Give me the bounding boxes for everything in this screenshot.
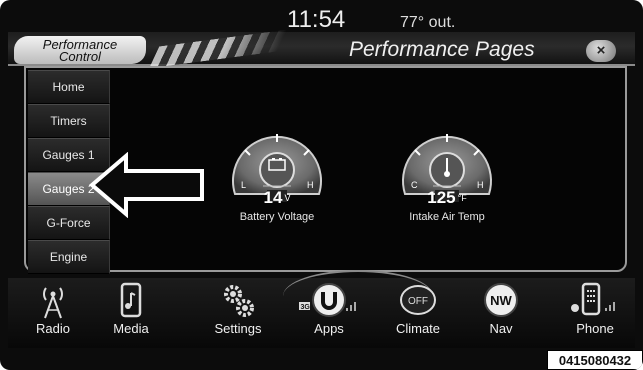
nav-label: Phone <box>576 321 614 336</box>
gauge-high-label: H <box>477 180 484 190</box>
radio-tower-icon <box>43 287 63 319</box>
close-button[interactable]: × <box>586 40 616 62</box>
checkered-flag-graphic <box>148 29 288 69</box>
figure-code: 0415080432 <box>547 350 643 370</box>
gauge-low-label: L <box>241 180 246 190</box>
menu-item-home[interactable]: Home <box>28 70 110 104</box>
nav-phone[interactable]: Phone <box>560 280 630 336</box>
nav-label: Radio <box>36 321 70 336</box>
uconnect-screen: 11:54 77° out. Performance Control Perfo… <box>0 0 643 370</box>
gears-icon <box>224 285 254 317</box>
page-title: Performance Pages <box>349 38 535 61</box>
nav-label: Climate <box>395 321 441 336</box>
uconnect-icon: 3G <box>299 283 356 317</box>
nav-nav[interactable]: NW Nav <box>466 280 536 336</box>
compass-icon: NW <box>484 283 518 317</box>
intake-air-temp-value: 125 °F <box>427 188 467 207</box>
battery-voltage-value: 14 V <box>263 188 291 207</box>
compass-heading: NW <box>490 293 512 308</box>
logo-line-2: Control <box>59 49 101 64</box>
performance-control-logo: Performance Control <box>14 36 146 64</box>
gauge-high-label: H <box>307 180 314 190</box>
header-bar: Performance Control Performance Pages × <box>8 29 635 69</box>
nav-label: Apps <box>314 321 344 336</box>
climate-off-text: OFF <box>408 296 428 307</box>
menu-item-timers[interactable]: Timers <box>28 104 110 138</box>
nav-radio[interactable]: Radio <box>18 280 88 336</box>
nav-label: Media <box>113 321 149 336</box>
nav-apps[interactable]: 3G Apps <box>294 280 364 336</box>
apps-badge: 3G <box>301 304 311 311</box>
off-button-icon: OFF <box>400 285 436 315</box>
intake-air-temp-label: Intake Air Temp <box>409 211 485 223</box>
nav-label: Settings <box>214 321 262 336</box>
media-phone-icon <box>120 282 142 318</box>
nav-label: Nav <box>489 321 513 336</box>
battery-voltage-label: Battery Voltage <box>239 211 315 223</box>
menu-item-engine[interactable]: Engine <box>28 240 110 274</box>
callout-arrow <box>88 152 204 218</box>
phone-keypad-icon <box>571 282 615 316</box>
nav-settings[interactable]: Settings <box>203 280 273 336</box>
nav-media[interactable]: Media <box>96 280 166 336</box>
status-clock: 11:54 <box>287 6 346 33</box>
nav-climate[interactable]: OFF Climate <box>383 280 453 336</box>
outside-temperature: 77° out. <box>400 14 456 31</box>
bottom-nav-bar: Radio Media Settings 3G Apps OFF Climate… <box>8 270 635 348</box>
